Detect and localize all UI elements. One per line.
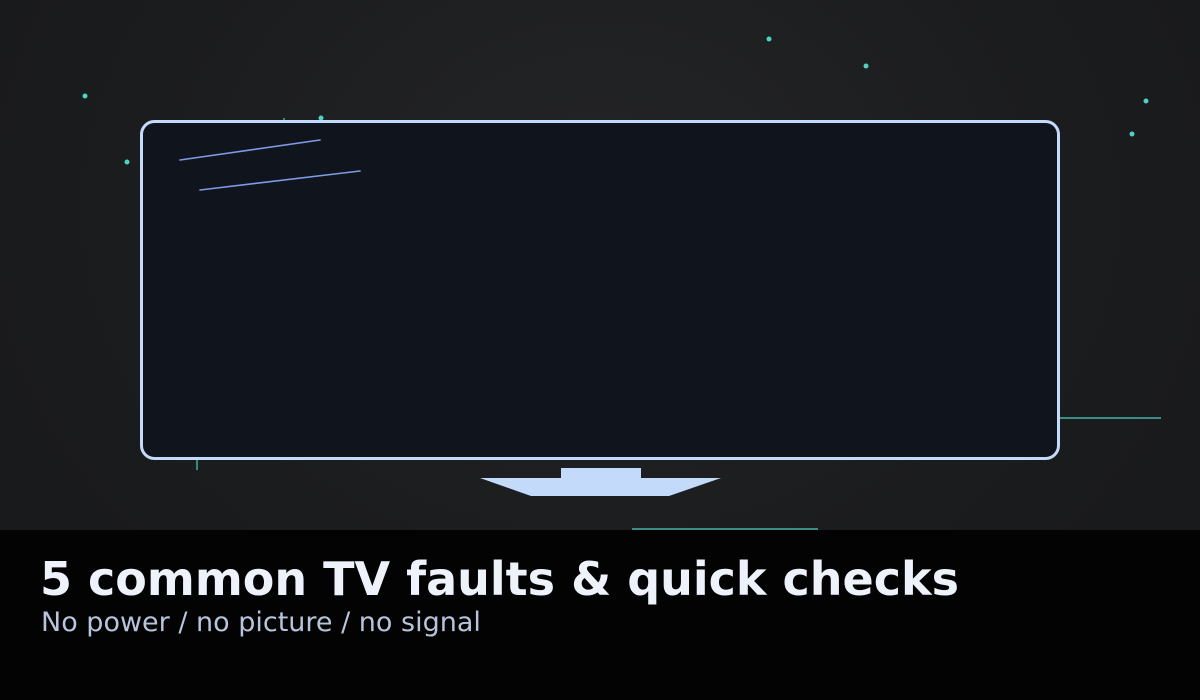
sparkle-dot (863, 63, 869, 69)
illustration-stage: 5 common TV faults & quick checks No pow… (0, 0, 1200, 700)
sparkle-dot (82, 93, 88, 99)
sparkle-dot (1143, 98, 1149, 104)
caption-title: 5 common TV faults & quick checks (40, 552, 959, 606)
tv-stand (480, 468, 721, 496)
tv-illustration (82, 36, 1161, 530)
sparkle-dot (124, 159, 130, 165)
sparkle-dot (318, 115, 324, 121)
caption-subtitle: No power / no picture / no signal (41, 607, 481, 638)
tv-stand-base (480, 478, 721, 496)
tv-screen (140, 120, 1060, 460)
sparkle-dot (1129, 131, 1135, 137)
sparkle-dot (766, 36, 772, 42)
